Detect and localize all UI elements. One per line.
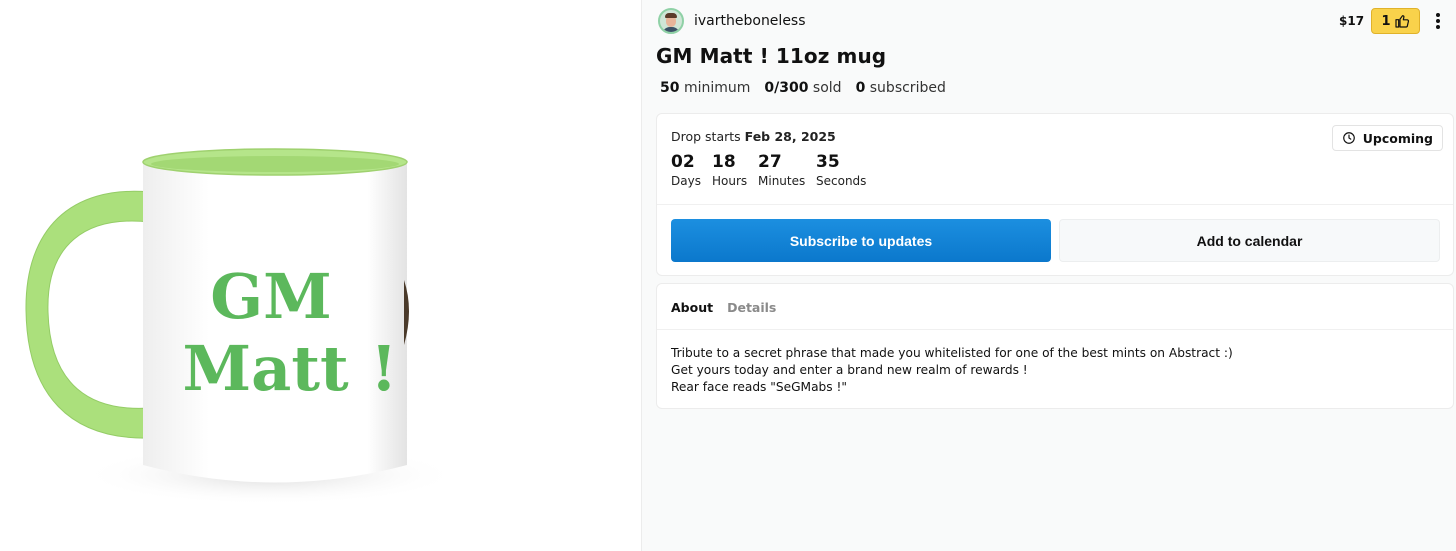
description-line: Get yours today and enter a brand new re… (671, 363, 1028, 377)
like-count: 1 (1381, 13, 1391, 29)
about-card: About Details Tribute to a secret phrase… (656, 283, 1454, 409)
stat-minimum: 50 minimum (660, 80, 751, 96)
countdown-minutes: 27 Minutes (758, 152, 806, 188)
drop-card: Drop starts Feb 28, 2025 Upcoming 02 Day… (656, 113, 1454, 276)
product-image: GM Matt ! (0, 0, 641, 551)
countdown-hours: 18 Hours (712, 152, 748, 188)
mug-illustration: GM Matt ! (25, 148, 460, 505)
subscribe-button[interactable]: Subscribe to updates (671, 219, 1051, 262)
stat-sold: 0/300 sold (764, 80, 842, 96)
card-divider (657, 204, 1453, 205)
creator-name: ivartheboneless (694, 13, 806, 29)
mug-text-line1: GM (210, 260, 332, 333)
drop-start-label: Drop starts Feb 28, 2025 (671, 129, 836, 144)
tab-details[interactable]: Details (727, 300, 776, 315)
thumbs-up-icon (1394, 15, 1409, 28)
description-line: Rear face reads "SeGMabs !" (671, 380, 847, 394)
creator-link[interactable]: ivartheboneless (658, 8, 806, 34)
price-label: $17 (1339, 14, 1365, 28)
clock-icon (1342, 132, 1355, 144)
add-to-calendar-button[interactable]: Add to calendar (1059, 219, 1440, 262)
countdown-days: 02 Days (671, 152, 701, 188)
tab-about[interactable]: About (671, 300, 713, 315)
countdown-seconds: 35 Seconds (816, 152, 867, 188)
description: Tribute to a secret phrase that made you… (671, 345, 1233, 396)
tab-bar: About Details (671, 300, 776, 315)
status-badge: Upcoming (1331, 125, 1443, 151)
details-panel: ivartheboneless $17 1 GM Matt ! 11oz mug… (642, 0, 1456, 551)
stat-subscribed: 0 subscribed (855, 80, 946, 96)
page-title: GM Matt ! 11oz mug (656, 44, 887, 68)
like-button[interactable]: 1 (1371, 8, 1420, 34)
mug-text-line2: Matt ! (183, 332, 398, 405)
status-text: Upcoming (1362, 130, 1433, 146)
avatar (658, 8, 684, 34)
more-vertical-icon[interactable] (1432, 12, 1444, 32)
product-stats: 50 minimum 0/300 sold 0 subscribed (660, 80, 946, 96)
mug-handle (25, 190, 151, 439)
mug-inner (151, 156, 399, 172)
page: GM Matt ! ivartheboneless $17 1 GM Matt … (0, 0, 1456, 551)
description-line: Tribute to a secret phrase that made you… (671, 346, 1233, 360)
tab-divider (657, 329, 1453, 330)
